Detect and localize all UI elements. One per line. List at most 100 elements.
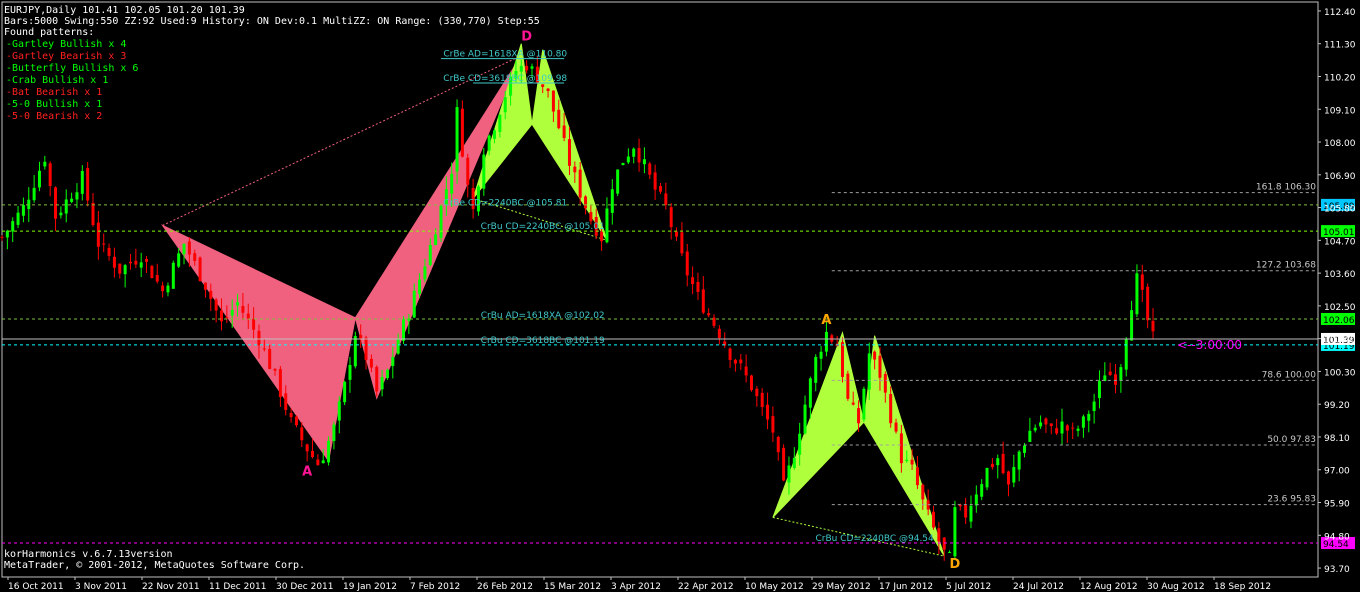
candle-body [59,212,63,216]
candle-body [128,261,132,264]
candle-body [749,375,753,391]
harmonic-pattern-xab [772,330,865,518]
candle-body [739,359,743,364]
candle-body [915,467,919,486]
candle-body [37,170,41,188]
candle-body [482,154,486,189]
candle-body [123,265,127,275]
pattern-target-label: CrBu CD=2240BC @105.01 [481,222,605,232]
candle-body [803,404,807,434]
candle-body [412,290,416,318]
candle-body [1130,310,1134,341]
y-tick-label: 103.60 [1324,270,1356,280]
candle-body [985,467,989,488]
price-chart[interactable]: 105.89105.01102.06101.1994.54101.39161.8… [0,0,1360,592]
candle-body [1124,339,1128,370]
pattern-point-label: D [950,557,961,572]
candle-body [899,433,903,464]
candle-body [1001,453,1005,474]
candle-body [1017,451,1021,470]
candle-body [873,351,877,360]
candle-body [332,424,336,441]
candle-body [86,167,90,201]
candle-body [1023,445,1027,453]
candle-body [166,285,170,293]
pattern-target-label: CrBe CD=2240BC @105.81 [443,198,567,208]
candle-body [327,440,331,463]
candle-body [428,245,432,266]
x-tick-label: 30 Aug 2012 [1147,582,1205,592]
candle-body [878,355,882,378]
candle-body [760,392,764,407]
candle-body [273,368,277,371]
candle-body [658,186,662,192]
candle-body [54,187,58,219]
candle-body [883,373,887,393]
candle-body [1049,423,1053,427]
candle-body [717,328,721,338]
candle-body [567,139,571,166]
candle-body [219,310,223,322]
candle-body [814,356,818,383]
candle-body [16,212,20,225]
candle-body [905,459,909,462]
candle-body [787,465,791,483]
candle-body [1076,428,1080,431]
candle-body [112,256,116,268]
y-tick-label: 106.90 [1324,172,1356,182]
candle-body [75,192,79,200]
candle-body [182,243,186,255]
candle-body [1065,425,1069,431]
candle-body [846,373,850,399]
candle-body [894,422,898,432]
y-tick-label: 109.10 [1324,106,1356,116]
candle-body [584,196,588,209]
candle-body [1140,274,1144,290]
candle-body [203,282,207,290]
x-tick-label: 10 May 2012 [745,582,804,592]
candle-body [605,208,609,243]
candle-body [455,107,459,172]
y-tick-label: 98.10 [1324,434,1350,444]
y-tick-label: 95.90 [1324,500,1350,510]
pattern-target-label: CrBe CD=3618BC @109.98 [443,74,567,84]
candle-body [171,262,175,289]
y-tick-label: 105.80 [1324,205,1356,215]
candle-body [107,247,111,256]
candle-body [642,159,646,165]
y-tick-label: 104.70 [1324,237,1356,247]
candle-body [1097,381,1101,399]
candle-body [1087,413,1091,421]
candle-body [118,263,122,274]
x-tick-label: 29 May 2012 [812,582,871,592]
y-tick-label: 101.40 [1324,336,1356,346]
candle-body [284,393,288,411]
candle-body [316,459,320,466]
candle-body [236,302,240,306]
candle-body [257,330,261,346]
candle-body [1033,427,1037,431]
candle-body [407,318,411,321]
candle-body [1119,367,1123,381]
candle-body [225,317,229,319]
candle-body [64,199,68,214]
candle-body [578,169,582,198]
candle-body [792,457,796,469]
x-tick-label: 24 Jul 2012 [1013,582,1064,592]
candle-body [402,319,406,341]
y-tick-label: 100.30 [1324,368,1356,378]
candle-body [1151,320,1155,332]
price-level-marker: 102.06 [1323,316,1355,326]
candle-body [187,241,191,255]
candle-body [541,84,545,87]
candle-body [932,511,936,528]
candle-body [980,484,984,497]
candle-body [493,130,497,139]
candle-body [1081,416,1085,428]
fib-level-label: 161.8 106.30 [1256,183,1316,193]
y-tick-label: 108.00 [1324,139,1356,149]
candle-body [359,334,363,339]
candle-body [102,243,106,245]
candle-body [621,162,625,166]
candle-body [134,260,138,265]
